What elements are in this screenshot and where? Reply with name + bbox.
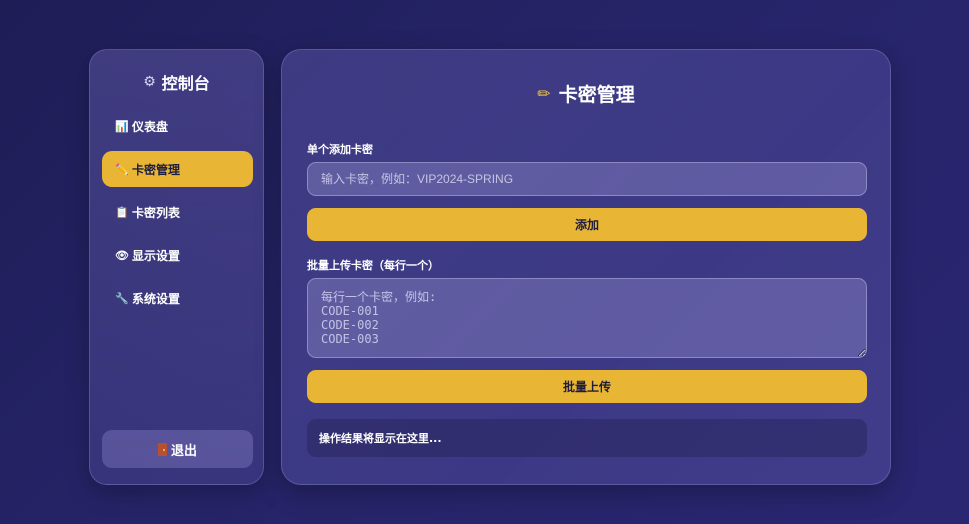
eye-icon: 👁 [115,248,129,262]
main-panel: ✏ 卡密管理 单个添加卡密 添加 批量上传卡密（每行一个） 批量上传 操作结果将… [281,49,891,485]
add-button[interactable]: 添加 [307,208,867,241]
pencil-icon: ✏ [537,84,551,103]
sidebar-title: 控制台 [161,74,210,93]
pencil-icon: ✏️ [115,162,129,176]
sidebar-item-label: 卡密管理 [132,162,181,177]
sidebar-item-label: 系统设置 [132,291,181,306]
bar-chart-icon: 📊 [115,119,129,133]
sidebar-item-label: 显示设置 [132,248,181,263]
batch-upload-label: 批量上传卡密（每行一个） [307,259,439,272]
clipboard-icon: 📋 [115,205,129,219]
sidebar-item-card-management[interactable]: ✏️ 卡密管理 [102,151,253,187]
wrench-icon: 🔧 [115,291,129,305]
door-icon [157,442,167,456]
single-add-label: 单个添加卡密 [307,143,373,156]
single-card-input[interactable] [307,162,867,196]
logout-button[interactable]: 退出 [102,430,253,468]
result-message: 操作结果将显示在这里... [307,419,867,457]
sidebar-item-system-settings[interactable]: 🔧 系统设置 [102,280,253,316]
logout-label: 退出 [170,443,197,459]
batch-upload-button[interactable]: 批量上传 [307,370,867,403]
sidebar-brand: ⚙ 控制台 [90,70,263,94]
batch-card-textarea[interactable] [307,278,867,358]
page-title: ✏ 卡密管理 [282,80,890,107]
sidebar-item-card-list[interactable]: 📋 卡密列表 [102,194,253,230]
gear-icon: ⚙ [143,74,156,90]
page-title-text: 卡密管理 [558,84,635,106]
sidebar-item-dashboard[interactable]: 📊 仪表盘 [102,108,253,144]
sidebar-item-label: 仪表盘 [132,119,169,134]
sidebar-item-label: 卡密列表 [132,205,181,220]
sidebar: ⚙ 控制台 📊 仪表盘 ✏️ 卡密管理 📋 卡密列表 👁 显示设置 🔧 系统设置… [89,49,264,485]
sidebar-item-display-settings[interactable]: 👁 显示设置 [102,237,253,273]
